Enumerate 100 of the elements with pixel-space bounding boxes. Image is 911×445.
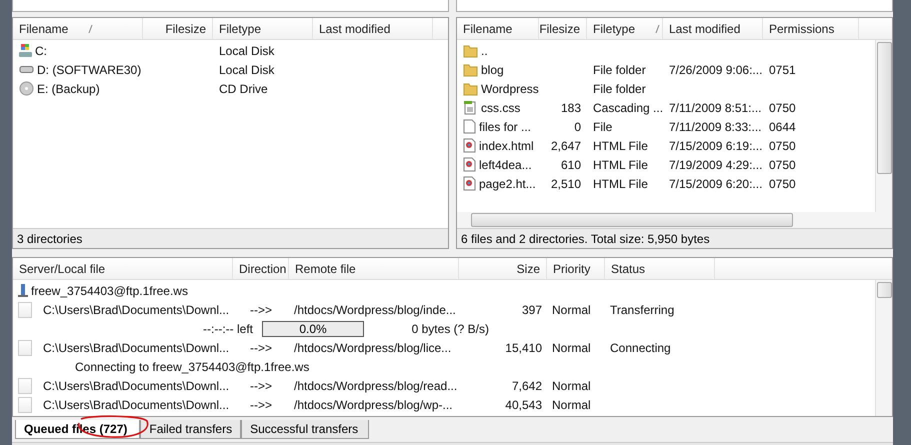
file-name[interactable]: css.css xyxy=(481,100,520,114)
file-name[interactable]: page2.ht... xyxy=(479,176,536,190)
file-name[interactable]: blog xyxy=(481,62,504,76)
sort-icon xyxy=(655,24,660,32)
file-size: 0 xyxy=(574,120,581,134)
file-type: File folder xyxy=(593,62,646,76)
local-path[interactable]: C:\Users\Brad\Documents\Downl... xyxy=(43,398,230,412)
direction-arrow: -->> xyxy=(250,302,272,316)
modified-date: 7/15/2009 6:20:... xyxy=(669,176,762,190)
tab[interactable]: Successful transfers xyxy=(241,420,370,439)
file-type: HTML File xyxy=(593,176,648,190)
priority: Normal xyxy=(552,398,591,412)
document-icon xyxy=(463,100,478,115)
file-size: 397 xyxy=(522,302,542,316)
column-header[interactable]: Size xyxy=(459,258,547,279)
file-name[interactable]: C: xyxy=(35,44,47,58)
permissions: 0751 xyxy=(769,62,796,76)
column-header[interactable]: Filename xyxy=(457,18,539,39)
permissions: 0750 xyxy=(769,100,796,114)
permissions: 0750 xyxy=(769,158,796,172)
direction-arrow: -->> xyxy=(250,340,272,354)
file-type: HTML File xyxy=(593,158,648,172)
transfer-status: Transferring xyxy=(610,302,674,316)
progress-percent: 0.0% xyxy=(299,322,327,336)
remote-path: /htdocs/Wordpress/blog/lice... xyxy=(294,340,452,354)
server-icon xyxy=(18,283,28,298)
file-name[interactable]: Wordpress xyxy=(481,82,539,96)
folder-icon xyxy=(463,62,478,76)
modified-date: 7/19/2009 4:29:... xyxy=(669,158,762,172)
file-type: HTML File xyxy=(593,138,648,152)
remote-path: /htdocs/Wordpress/blog/wp-... xyxy=(294,398,453,412)
file-type: File xyxy=(593,120,612,134)
priority: Normal xyxy=(552,378,591,392)
modified-date: 7/11/2009 8:33:... xyxy=(669,120,762,134)
file-icon xyxy=(463,119,476,134)
file-size: 2,647 xyxy=(550,138,581,152)
column-header[interactable]: Filetype xyxy=(213,18,313,39)
column-header[interactable]: Permissions xyxy=(763,18,859,39)
file-size: 183 xyxy=(560,100,581,114)
webpage-icon xyxy=(463,138,476,153)
file-icon xyxy=(18,302,32,318)
status-text: 3 directories xyxy=(13,228,448,248)
file-size: 40,543 xyxy=(505,398,542,412)
permissions: 0750 xyxy=(769,176,796,190)
scrollbar[interactable] xyxy=(875,280,892,416)
modified-date: 7/11/2009 8:51:... xyxy=(669,100,762,114)
permissions: 0750 xyxy=(769,138,796,152)
file-size: 7,642 xyxy=(512,378,542,392)
file-name[interactable]: D: (SOFTWARE30) xyxy=(37,62,142,76)
file-type: CD Drive xyxy=(219,82,268,96)
column-header[interactable]: Filename xyxy=(13,18,143,39)
folder-icon xyxy=(463,44,478,58)
drive-icon xyxy=(19,66,34,73)
file-size: 610 xyxy=(560,158,581,172)
transfer-status: Connecting xyxy=(610,340,671,354)
status-text: 6 files and 2 directories. Total size: 5,950 bytes xyxy=(457,228,892,248)
priority: Normal xyxy=(552,340,591,354)
column-header[interactable]: Priority xyxy=(547,258,605,279)
remote-path: /htdocs/Wordpress/blog/read... xyxy=(294,378,458,392)
remote-path: /htdocs/Wordpress/blog/inde... xyxy=(294,302,456,316)
column-header[interactable]: Remote file xyxy=(289,258,459,279)
file-icon xyxy=(18,340,32,356)
status-message: Connecting to freew_3754403@ftp.1free.ws xyxy=(75,360,310,374)
column-header[interactable]: Status xyxy=(605,258,715,279)
file-size: 15,410 xyxy=(505,340,542,354)
transfer-rate: 0 bytes (? B/s) xyxy=(412,322,489,336)
modified-date: 7/26/2009 9:06:... xyxy=(669,62,762,76)
column-header[interactable]: Last modified xyxy=(313,18,433,39)
file-name[interactable]: files for ... xyxy=(479,120,532,134)
file-icon xyxy=(18,378,32,394)
local-path[interactable]: C:\Users\Brad\Documents\Downl... xyxy=(43,340,230,354)
permissions: 0644 xyxy=(769,120,796,134)
direction-arrow: -->> xyxy=(250,398,272,412)
file-type: Local Disk xyxy=(219,62,274,76)
file-name[interactable]: E: (Backup) xyxy=(37,82,100,96)
column-header[interactable]: Filesize xyxy=(143,18,213,39)
scrollbar[interactable] xyxy=(875,40,892,212)
sort-icon xyxy=(88,24,94,32)
file-name[interactable]: left4dea... xyxy=(479,158,532,172)
file-name[interactable]: index.html xyxy=(479,138,534,152)
horizontal-scrollbar[interactable] xyxy=(457,212,892,228)
modified-date: 7/15/2009 6:19:... xyxy=(669,138,762,152)
file-size: 2,510 xyxy=(550,176,581,190)
local-path[interactable]: C:\Users\Brad\Documents\Downl... xyxy=(43,302,230,316)
folder-icon xyxy=(463,82,478,96)
local-path[interactable]: C:\Users\Brad\Documents\Downl... xyxy=(43,378,230,392)
drive-icon xyxy=(19,44,32,57)
direction-arrow: -->> xyxy=(250,378,272,392)
file-name[interactable]: .. xyxy=(481,44,488,58)
disc-icon xyxy=(19,81,34,96)
column-header[interactable]: Direction xyxy=(233,258,289,279)
column-header[interactable]: Server/Local file xyxy=(13,258,233,279)
column-header[interactable]: Filetype xyxy=(587,18,663,39)
column-header[interactable]: Last modified xyxy=(663,18,763,39)
column-header[interactable]: Filesize xyxy=(539,18,587,39)
priority: Normal xyxy=(552,302,591,316)
server-name[interactable]: freew_3754403@ftp.1free.ws xyxy=(31,284,188,298)
tab[interactable]: Failed transfers xyxy=(140,420,242,439)
file-type: Cascading ... xyxy=(593,100,664,114)
time-left: --:--:-- left xyxy=(203,322,253,336)
